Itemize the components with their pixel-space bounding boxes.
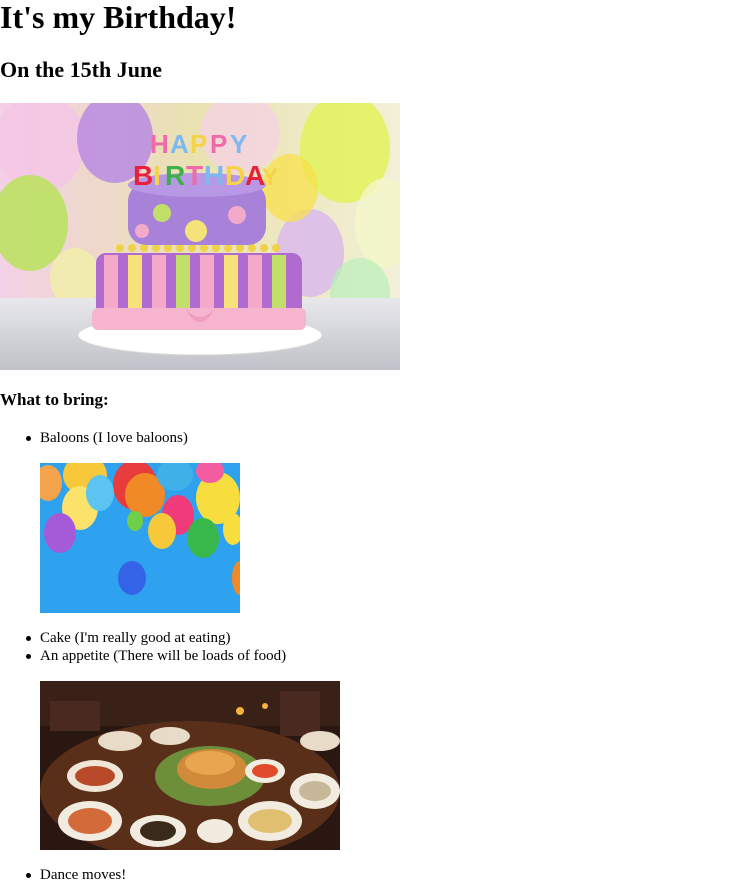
svg-text:H: H [204, 160, 224, 191]
svg-text:B: B [133, 160, 153, 191]
balloons-image [40, 463, 240, 613]
svg-text:I: I [153, 160, 161, 191]
svg-text:Y: Y [262, 164, 278, 191]
svg-text:D: D [225, 160, 245, 191]
list-item: Dance moves! [25, 867, 127, 883]
list-item: Baloons (I love baloons) [26, 430, 188, 446]
page-subtitle: On the 15th June [0, 57, 162, 82]
svg-text:P: P [190, 129, 207, 159]
what-to-bring-heading: What to bring: [0, 390, 109, 409]
svg-text:H: H [150, 129, 169, 159]
svg-text:R: R [165, 160, 185, 191]
page-title: It's my Birthday! [0, 0, 237, 35]
svg-text:P: P [210, 129, 227, 159]
list-item: An appetite (There will be loads of food… [25, 648, 287, 664]
list-item: Cake (I'm really good at eating) [26, 630, 231, 646]
svg-text:A: A [170, 129, 189, 159]
svg-text:T: T [186, 160, 203, 191]
svg-text:Y: Y [230, 129, 247, 159]
birthday-cake-image: H A P P Y B I R T H D A Y [0, 103, 400, 370]
feast-image [40, 681, 340, 850]
